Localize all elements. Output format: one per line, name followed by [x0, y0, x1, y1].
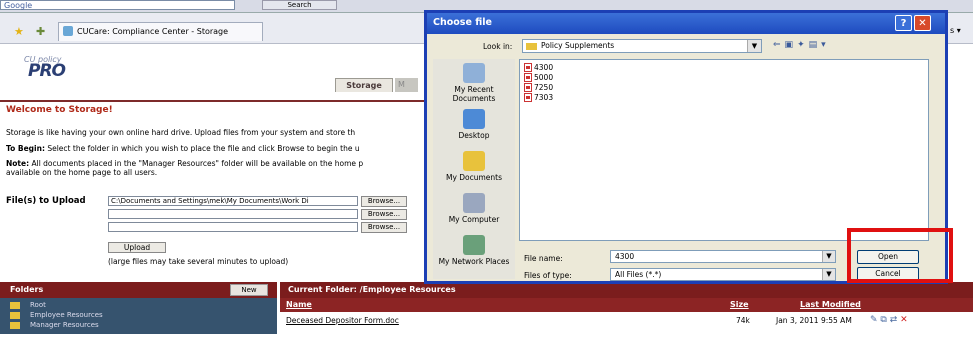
chevron-down-icon[interactable]: ▼ — [747, 40, 761, 52]
column-name[interactable]: Name — [286, 300, 312, 309]
file-size: 74k — [736, 316, 750, 325]
browser-tab-title: CUCare: Compliance Center - Storage — [77, 27, 229, 36]
chevron-down-icon[interactable]: ▼ — [822, 251, 835, 262]
folder-icon — [526, 43, 537, 50]
file-input-2[interactable] — [108, 209, 358, 219]
folder-icon — [10, 321, 20, 329]
browser-tab[interactable]: CUCare: Compliance Center - Storage — [58, 22, 263, 41]
logo-big-text: PRO — [28, 61, 66, 81]
column-last-modified[interactable]: Last Modified — [800, 300, 861, 309]
files-to-upload-label: File(s) to Upload — [6, 196, 86, 206]
folder-item-manager-resources[interactable]: Manager Resources — [10, 321, 99, 329]
pdf-icon — [524, 73, 532, 82]
help-icon[interactable]: ? — [895, 15, 912, 31]
edit-icon[interactable]: ✎ — [870, 315, 878, 325]
up-folder-icon[interactable]: ▣ — [785, 40, 798, 50]
browse-button-3[interactable]: Browse... — [361, 222, 407, 233]
pdf-icon — [524, 63, 532, 72]
file-modified: Jan 3, 2011 9:55 AM — [776, 316, 852, 325]
file-item-7303[interactable]: 7303 — [524, 93, 553, 102]
table-row: Deceased Depositor Form.doc 74k Jan 3, 2… — [280, 312, 973, 334]
place-my-computer[interactable]: My Computer — [433, 193, 515, 224]
new-folder-icon[interactable]: ✦ — [797, 40, 809, 50]
add-favorite-icon[interactable]: ✚ — [36, 25, 45, 38]
move-icon[interactable]: ⇄ — [890, 315, 898, 325]
file-type-select[interactable]: All Files (*.*) ▼ — [610, 268, 836, 281]
file-input-1[interactable]: C:\Documents and Settings\mek\My Documen… — [108, 196, 358, 206]
my-computer-icon — [463, 193, 485, 213]
place-my-recent-documents[interactable]: My Recent Documents — [433, 63, 515, 103]
file-input-3[interactable] — [108, 222, 358, 232]
row-actions: ✎ ⧉ ⇄ ✕ — [870, 315, 908, 325]
folder-item-root[interactable]: Root — [10, 301, 46, 309]
chevron-down-icon[interactable]: ▼ — [822, 269, 835, 280]
to-begin-text: To Begin: Select the folder in which you… — [6, 144, 360, 153]
view-menu-icon[interactable]: ▤▾ — [809, 40, 830, 50]
folder-icon — [10, 311, 20, 319]
folder-item-employee-resources[interactable]: Employee Resources — [10, 311, 103, 319]
table-header-row: Name Size Last Modified — [280, 298, 973, 312]
search-button[interactable]: Search — [262, 0, 337, 10]
tab-storage[interactable]: Storage — [335, 78, 393, 92]
page-title: Welcome to Storage! — [6, 105, 113, 115]
dialog-title: Choose file — [433, 17, 492, 28]
nav-toolbar: ⇐▣✦▤▾ — [773, 40, 830, 50]
delete-icon[interactable]: ✕ — [900, 315, 908, 325]
upload-button[interactable]: Upload — [108, 242, 166, 253]
file-list: 4300 5000 7250 7303 — [519, 59, 929, 241]
file-type-label: Files of type: — [524, 271, 572, 280]
search-input[interactable]: Google — [0, 0, 235, 10]
file-item-5000[interactable]: 5000 — [524, 73, 553, 82]
upload-note: (large files may take several minutes to… — [108, 257, 289, 266]
tab-manager[interactable]: M — [395, 78, 418, 92]
look-in-label: Look in: — [483, 42, 513, 51]
new-folder-button[interactable]: New — [230, 284, 268, 296]
file-item-4300[interactable]: 4300 — [524, 63, 553, 72]
browse-button-2[interactable]: Browse... — [361, 209, 407, 220]
places-bar: My Recent Documents Desktop My Documents… — [433, 59, 515, 279]
pdf-icon — [524, 93, 532, 102]
column-size[interactable]: Size — [730, 300, 749, 309]
page-favicon-icon — [63, 26, 73, 36]
browse-button-1[interactable]: Browse... — [361, 196, 407, 207]
recent-documents-icon — [463, 63, 485, 83]
pdf-icon — [524, 83, 532, 92]
place-my-documents[interactable]: My Documents — [433, 151, 515, 182]
place-desktop[interactable]: Desktop — [433, 109, 515, 140]
note-text: Note: All documents placed in the "Manag… — [6, 159, 364, 168]
folder-list: Root Employee Resources Manager Resource… — [0, 298, 277, 334]
folders-title: Folders — [10, 285, 44, 294]
file-name-input[interactable]: 4300 ▼ — [610, 250, 836, 263]
folder-icon — [10, 301, 20, 309]
current-folder-title: Current Folder: /Employee Resources — [288, 285, 456, 294]
close-icon[interactable]: ✕ — [914, 15, 931, 31]
network-places-icon — [463, 235, 485, 255]
file-link[interactable]: Deceased Depositor Form.doc — [286, 316, 399, 325]
highlight-annotation-box — [847, 228, 953, 283]
copy-icon[interactable]: ⧉ — [880, 315, 886, 325]
current-folder-header: Current Folder: /Employee Resources — [280, 282, 973, 298]
file-item-7250[interactable]: 7250 — [524, 83, 553, 92]
note-text-line2: available on the home page to all users. — [6, 168, 158, 177]
desktop-icon — [463, 109, 485, 129]
back-icon[interactable]: ⇐ — [773, 40, 785, 50]
look-in-select[interactable]: Policy Supplements ▼ — [522, 39, 762, 53]
star-icon[interactable]: ★ — [14, 25, 24, 38]
cupolicypro-logo: CU policy PRO — [18, 55, 98, 85]
place-my-network-places[interactable]: My Network Places — [433, 235, 515, 266]
file-name-label: File name: — [524, 254, 563, 263]
tools-menu[interactable]: s ▾ — [950, 26, 961, 35]
my-documents-icon — [463, 151, 485, 171]
dialog-titlebar[interactable]: Choose file ? ✕ — [427, 13, 945, 34]
intro-text: Storage is like having your own online h… — [6, 128, 356, 137]
